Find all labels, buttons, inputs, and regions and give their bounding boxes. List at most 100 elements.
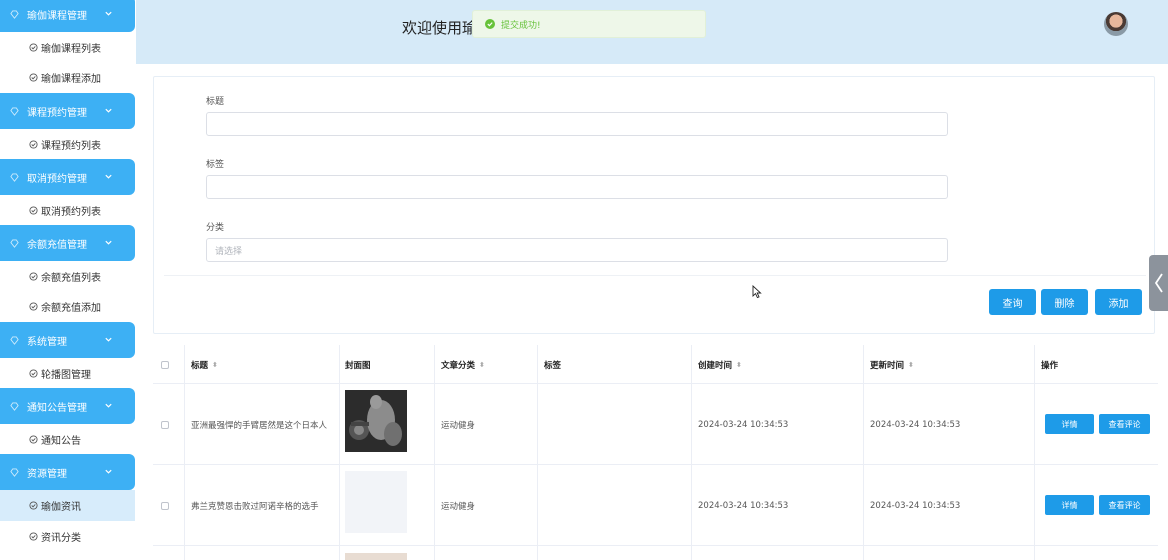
check-circle-icon [29, 501, 38, 510]
view-comments-button[interactable]: 查看评论 [1099, 414, 1150, 434]
sort-icon[interactable]: ⬍ [736, 361, 742, 369]
chevron-down-icon[interactable] [104, 106, 113, 115]
sort-icon[interactable]: ⬍ [908, 361, 914, 369]
tags-input[interactable] [206, 175, 948, 199]
sidebar-item-yoga-news[interactable]: 瑜伽资讯 [0, 490, 135, 521]
column-header-label: 标题 [191, 360, 209, 371]
menu-group-label: 瑜伽课程管理 [27, 10, 87, 22]
row-checkbox[interactable] [161, 465, 169, 546]
sidebar-item-recharge-add[interactable]: 余额充值添加 [0, 291, 135, 322]
sidebar-item-label: 瑜伽课程列表 [41, 44, 101, 55]
menu-group-balance-recharge[interactable]: 余额充值管理 [0, 225, 135, 261]
menu-group-label: 余额充值管理 [27, 239, 87, 251]
column-header-tags: 标签 [544, 360, 562, 371]
cell-updated: 2024-03-24 10:34:53 [870, 419, 961, 430]
sidebar: 瑜伽课程管理 瑜伽课程列表 瑜伽课程添加 课程预约管理 课程预约列表 取消预约管… [0, 0, 136, 560]
chevron-down-icon[interactable] [104, 172, 113, 181]
menu-group-yoga-course[interactable]: 瑜伽课程管理 [0, 0, 135, 32]
chevron-down-icon[interactable] [104, 467, 113, 476]
sidebar-item-course-booking-list[interactable]: 课程预约列表 [0, 129, 135, 160]
sidebar-item-carousel[interactable]: 轮播图管理 [0, 358, 135, 389]
column-header-category[interactable]: 文章分类 ⬍ [441, 345, 485, 384]
cover-image [345, 553, 407, 560]
gem-icon [10, 401, 19, 411]
check-circle-icon [29, 206, 38, 215]
detail-button[interactable]: 详情 [1045, 414, 1094, 434]
column-header-title[interactable]: 标题 ⬍ [191, 345, 218, 384]
sidebar-item-cancel-booking-list[interactable]: 取消预约列表 [0, 195, 135, 226]
category-select[interactable]: 请选择 [206, 238, 948, 262]
sidebar-item-recharge-list[interactable]: 余额充值列表 [0, 261, 135, 292]
check-circle-icon [29, 73, 38, 82]
sidebar-item-label: 通知公告 [41, 436, 81, 447]
avatar[interactable] [1104, 12, 1128, 36]
collapse-tab[interactable] [1149, 255, 1168, 311]
menu-group-label: 资源管理 [27, 468, 67, 480]
sidebar-item-news-category[interactable]: 资讯分类 [0, 521, 135, 552]
table-row: 亚洲最强悍的手臂居然是这个日本人 运动健身 2024-03-24 10:34:5… [153, 384, 1158, 465]
column-header-label: 文章分类 [441, 360, 476, 371]
chevron-down-icon[interactable] [104, 9, 113, 18]
column-header-actions: 操作 [1041, 360, 1059, 371]
menu-group-course-booking[interactable]: 课程预约管理 [0, 93, 135, 129]
delete-button[interactable]: 删除 [1041, 289, 1088, 315]
menu-group-system[interactable]: 系统管理 [0, 322, 135, 358]
sidebar-item-label: 课程预约列表 [41, 141, 101, 152]
cell-created: 2024-03-24 10:34:53 [698, 419, 789, 430]
check-circle-icon [29, 532, 38, 541]
table-row [153, 546, 1158, 560]
check-circle-icon [29, 43, 38, 52]
cell-created: 2024-03-24 10:34:53 [698, 500, 789, 511]
gem-icon [10, 9, 19, 19]
title-field-label: 标题 [206, 97, 225, 107]
sidebar-item-label: 资讯分类 [41, 533, 81, 544]
sort-icon[interactable]: ⬍ [212, 361, 218, 369]
check-circle-icon [29, 140, 38, 149]
mouse-cursor-icon [752, 285, 762, 299]
select-all-checkbox[interactable] [161, 345, 169, 384]
column-header-created[interactable]: 创建时间 ⬍ [698, 345, 742, 384]
table-header: 标题 ⬍ 封面图 文章分类 ⬍ 标签 创建时间 ⬍ 更新时间 ⬍ 操作 [153, 345, 1158, 384]
cell-category: 运动健身 [441, 420, 476, 431]
column-header-label: 创建时间 [698, 360, 733, 371]
sidebar-item-label: 轮播图管理 [41, 370, 91, 381]
column-header-cover: 封面图 [345, 360, 371, 371]
detail-button[interactable]: 详情 [1045, 495, 1094, 515]
menu-group-label: 取消预约管理 [27, 173, 87, 185]
table-row: 弗兰克赞恩击败过阿诺辛格的选手 运动健身 2024-03-24 10:34:53… [153, 465, 1158, 546]
add-button[interactable]: 添加 [1095, 289, 1142, 315]
gem-icon [10, 238, 19, 248]
gem-icon [10, 467, 19, 477]
sidebar-item-yoga-course-list[interactable]: 瑜伽课程列表 [0, 32, 135, 63]
row-checkbox[interactable] [161, 384, 169, 465]
cell-category: 运动健身 [441, 501, 476, 512]
chevron-down-icon[interactable] [104, 335, 113, 344]
sidebar-item-yoga-course-add[interactable]: 瑜伽课程添加 [0, 62, 135, 93]
check-circle-icon [29, 302, 38, 311]
cover-image [345, 390, 407, 452]
menu-group-resources[interactable]: 资源管理 [0, 454, 135, 490]
menu-group-cancel-booking[interactable]: 取消预约管理 [0, 159, 135, 195]
check-circle-icon [29, 435, 38, 444]
cover-image-placeholder [345, 471, 407, 533]
menu-group-label: 系统管理 [27, 336, 67, 348]
view-comments-button[interactable]: 查看评论 [1099, 495, 1150, 515]
menu-group-notice[interactable]: 通知公告管理 [0, 388, 135, 424]
sidebar-item-notice[interactable]: 通知公告 [0, 424, 135, 455]
cell-title: 弗兰克赞恩击败过阿诺辛格的选手 [191, 501, 319, 512]
sidebar-item-label: 瑜伽资讯 [41, 502, 81, 513]
menu-group-label: 课程预约管理 [27, 107, 87, 119]
success-icon [485, 19, 495, 29]
sidebar-item-label: 余额充值添加 [41, 303, 101, 314]
gem-icon [10, 172, 19, 182]
chevron-down-icon[interactable] [104, 401, 113, 410]
chevron-down-icon[interactable] [104, 238, 113, 247]
column-header-updated[interactable]: 更新时间 ⬍ [870, 345, 914, 384]
sidebar-item-label: 瑜伽课程添加 [41, 74, 101, 85]
title-input[interactable] [206, 112, 948, 136]
sort-icon[interactable]: ⬍ [479, 361, 485, 369]
query-button[interactable]: 查询 [989, 289, 1036, 315]
gem-icon [10, 335, 19, 345]
sidebar-item-label: 余额充值列表 [41, 273, 101, 284]
cell-updated: 2024-03-24 10:34:53 [870, 500, 961, 511]
